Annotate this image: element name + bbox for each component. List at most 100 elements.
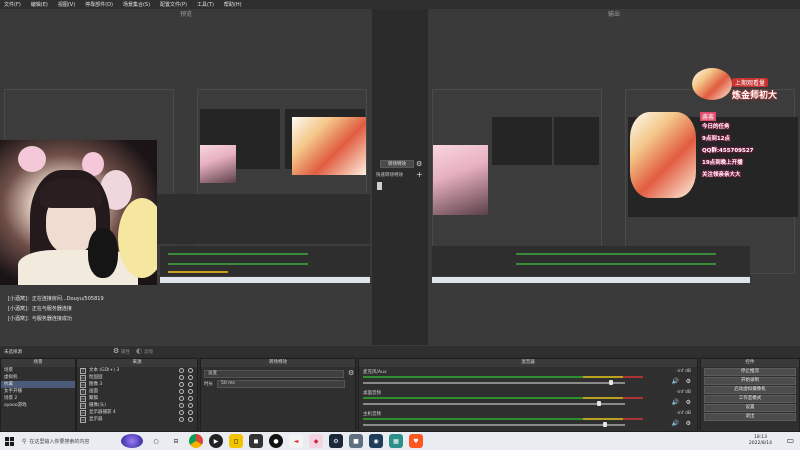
volume-slider[interactable]: [363, 403, 625, 405]
volume-slider[interactable]: [363, 382, 625, 384]
program-label: 输出: [607, 11, 620, 18]
scene-item[interactable]: 抗翼: [1, 381, 75, 388]
douyu-icon[interactable]: ♥: [409, 434, 423, 448]
app-teal-icon[interactable]: ▦: [389, 434, 403, 448]
chrome-icon[interactable]: [189, 434, 203, 448]
nested-meter-3: [168, 271, 228, 273]
file-explorer-icon[interactable]: ⊟: [169, 434, 183, 448]
menu-item-6[interactable]: 工具(T): [197, 1, 214, 8]
scene-item[interactable]: 虚拟机: [1, 374, 75, 381]
tbar-slider[interactable]: [377, 182, 382, 190]
source-item[interactable]: ▭ 摄像(头): [77, 402, 197, 409]
app-pink-icon[interactable]: ◆: [309, 434, 323, 448]
duration-value: 50 ms: [221, 381, 235, 386]
app-yellow-icon[interactable]: ◻: [229, 434, 243, 448]
visibility-eye-icon[interactable]: [179, 389, 184, 394]
menu-item-2[interactable]: 视图(V): [58, 1, 75, 8]
transition-settings-gear-icon[interactable]: ⚙: [348, 369, 354, 377]
lock-icon[interactable]: [188, 417, 193, 422]
duration-field[interactable]: 50 ms: [217, 380, 345, 388]
windows-start-icon[interactable]: [0, 432, 18, 450]
notification-icon[interactable]: ▭: [786, 436, 794, 445]
lock-icon[interactable]: [188, 410, 193, 415]
lock-icon[interactable]: [188, 396, 193, 401]
program-webcam-thumb: [433, 145, 488, 215]
source-item[interactable]: T 画面: [77, 388, 197, 395]
webcam-source[interactable]: [0, 140, 157, 285]
volume-slider-knob[interactable]: [603, 422, 607, 427]
control-button[interactable]: 设置: [704, 404, 796, 412]
visibility-eye-icon[interactable]: [179, 368, 184, 373]
properties-button[interactable]: 属性: [121, 349, 130, 355]
source-item[interactable]: ▭ 粒固固: [77, 374, 197, 381]
visibility-eye-icon[interactable]: [179, 417, 184, 422]
app-blue-icon[interactable]: ◉: [369, 434, 383, 448]
bunny-ear-left: [18, 146, 46, 172]
app-dark-icon[interactable]: ◼: [249, 434, 263, 448]
menu-item-7[interactable]: 帮助(H): [224, 1, 242, 8]
scene-item[interactable]: ayooo游戏: [1, 402, 75, 409]
filters-button[interactable]: 滤镜: [144, 349, 153, 355]
menu-item-3[interactable]: 停靠部件(D): [85, 1, 113, 8]
source-item[interactable]: T 文本 (GDI+) 3: [77, 367, 197, 374]
log-line: [小酒窝]：正在连接房间...Douyu/505819: [8, 296, 104, 302]
task-view-icon[interactable]: ○: [149, 434, 163, 448]
scenes-dock: 场景 场景 虚拟机 抗翼 女手开播 场景 2 ayooo游戏: [0, 358, 76, 432]
lock-icon[interactable]: [188, 375, 193, 380]
app-red-icon[interactable]: ◄: [289, 434, 303, 448]
gear-icon[interactable]: ⚙: [686, 399, 691, 406]
control-button[interactable]: 退出: [704, 413, 796, 421]
speaker-icon[interactable]: 🔊: [672, 420, 679, 427]
control-button[interactable]: 开始录制: [704, 377, 796, 385]
add-transition-icon[interactable]: +: [416, 170, 423, 179]
source-item[interactable]: ▭ 图像 3: [77, 381, 197, 388]
properties-gear-icon[interactable]: ⚙: [113, 347, 119, 355]
visibility-eye-icon[interactable]: [179, 382, 184, 387]
lock-icon[interactable]: [188, 382, 193, 387]
obs-icon[interactable]: ●: [269, 434, 283, 448]
speaker-icon[interactable]: 🔊: [672, 399, 679, 406]
transition-button[interactable]: 转场特效: [380, 160, 414, 168]
steam-icon[interactable]: ⚙: [329, 434, 343, 448]
lock-icon[interactable]: [188, 389, 193, 394]
source-item[interactable]: ▭ 显示器捕获 4: [77, 409, 197, 416]
taskbar-search[interactable]: ⚲ 在这里输入你要搜索的内容: [18, 432, 118, 450]
filters-icon[interactable]: ◐: [136, 347, 142, 355]
visibility-eye-icon[interactable]: [179, 403, 184, 408]
media-player-icon[interactable]: ▶: [209, 434, 223, 448]
source-label: 显示器: [89, 417, 103, 422]
gear-icon[interactable]: ⚙: [686, 420, 691, 427]
lock-icon[interactable]: [188, 403, 193, 408]
sources-dock: 来源 T 文本 (GDI+) 3 ▭ 粒固固 ▭ 图像 3 T 画面 ▭ 聚稿 ▭ 摄像(头) ▭ 显示器…: [76, 358, 198, 432]
speaker-icon[interactable]: 🔊: [672, 378, 679, 385]
control-button[interactable]: 停止推流: [704, 368, 796, 376]
control-button[interactable]: 工作室模式: [704, 395, 796, 403]
app-gray-icon[interactable]: ■: [349, 434, 363, 448]
visibility-eye-icon[interactable]: [179, 396, 184, 401]
transition-type-select[interactable]: 淡变: [204, 370, 344, 378]
menu-item-4[interactable]: 场景集合(S): [123, 1, 150, 8]
menu-item-0[interactable]: 文件(F): [4, 1, 21, 8]
control-button[interactable]: 启动虚拟摄像机: [704, 386, 796, 394]
menu-item-5[interactable]: 配置文件(P): [160, 1, 187, 8]
nested-docks-left: [155, 194, 370, 244]
scene-item[interactable]: 场景: [1, 367, 75, 374]
image-source-icon: ▭: [80, 416, 86, 423]
visibility-eye-icon[interactable]: [179, 375, 184, 380]
mixer-track: 麦克风/Aux -inf dB 🔊 ⚙: [359, 369, 697, 390]
lock-icon[interactable]: [188, 368, 193, 373]
source-item[interactable]: ▭ 显示器: [77, 416, 197, 423]
cortana-icon[interactable]: [121, 434, 143, 448]
gear-icon[interactable]: ⚙: [686, 378, 691, 385]
scene-item[interactable]: 场景 2: [1, 395, 75, 402]
source-item[interactable]: ▭ 聚稿: [77, 395, 197, 402]
menu-item-1[interactable]: 编辑(E): [31, 1, 48, 8]
program-meter-1: [516, 253, 716, 255]
volume-slider[interactable]: [363, 424, 625, 426]
transition-gear-icon[interactable]: ⚙: [416, 160, 422, 168]
volume-slider-knob[interactable]: [597, 401, 601, 406]
volume-slider-knob[interactable]: [609, 380, 613, 385]
visibility-eye-icon[interactable]: [179, 410, 184, 415]
nested-meter-2: [168, 263, 308, 265]
scene-item[interactable]: 女手开播: [1, 388, 75, 395]
